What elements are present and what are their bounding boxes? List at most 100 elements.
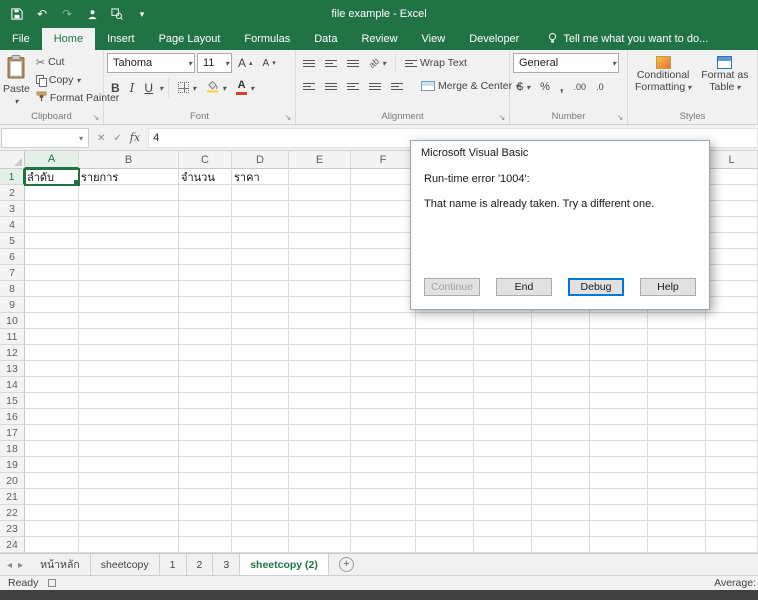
cell-B11[interactable] — [79, 329, 179, 345]
cell-F10[interactable] — [351, 313, 416, 329]
cell-C5[interactable] — [179, 233, 232, 249]
font-color-button[interactable] — [232, 77, 258, 98]
cell-E1[interactable] — [289, 169, 351, 185]
cell-F8[interactable] — [351, 281, 416, 297]
increase-decimal-button[interactable] — [570, 79, 591, 95]
cell-L18[interactable] — [706, 441, 758, 457]
cell-A21[interactable] — [25, 489, 79, 505]
cell-F1[interactable] — [351, 169, 416, 185]
tell-me-box[interactable]: Tell me what you want to do... — [535, 28, 720, 50]
row-header-10[interactable]: 10 — [0, 313, 25, 329]
cell-I13[interactable] — [532, 361, 590, 377]
number-dialog-launcher-icon[interactable] — [615, 113, 625, 123]
cell-D1[interactable]: ราคา — [232, 169, 289, 185]
cell-K14[interactable] — [648, 377, 706, 393]
font-name-combobox[interactable]: Tahoma — [107, 53, 195, 73]
cell-E4[interactable] — [289, 217, 351, 233]
cell-J24[interactable] — [590, 537, 648, 553]
sheet-tab-หน้าหลัก[interactable]: หน้าหลัก — [30, 554, 91, 575]
cell-H11[interactable] — [474, 329, 532, 345]
cell-A6[interactable] — [25, 249, 79, 265]
cell-G18[interactable] — [416, 441, 474, 457]
cell-L22[interactable] — [706, 505, 758, 521]
column-header-L[interactable]: L — [706, 151, 758, 169]
cell-A7[interactable] — [25, 265, 79, 281]
cell-B24[interactable] — [79, 537, 179, 553]
cell-J12[interactable] — [590, 345, 648, 361]
new-sheet-icon[interactable] — [339, 557, 354, 572]
cell-L1[interactable] — [706, 169, 758, 185]
cell-I10[interactable] — [532, 313, 590, 329]
cell-D11[interactable] — [232, 329, 289, 345]
row-header-3[interactable]: 3 — [0, 201, 25, 217]
cell-J19[interactable] — [590, 457, 648, 473]
cell-G24[interactable] — [416, 537, 474, 553]
cell-L10[interactable] — [706, 313, 758, 329]
cell-E2[interactable] — [289, 185, 351, 201]
cell-H12[interactable] — [474, 345, 532, 361]
cell-F5[interactable] — [351, 233, 416, 249]
column-header-D[interactable]: D — [232, 151, 289, 169]
cell-G14[interactable] — [416, 377, 474, 393]
cell-A18[interactable] — [25, 441, 79, 457]
cell-K17[interactable] — [648, 425, 706, 441]
cell-J21[interactable] — [590, 489, 648, 505]
cell-D2[interactable] — [232, 185, 289, 201]
cell-F13[interactable] — [351, 361, 416, 377]
cell-J14[interactable] — [590, 377, 648, 393]
cell-E5[interactable] — [289, 233, 351, 249]
print-preview-icon[interactable] — [110, 7, 124, 21]
cell-A22[interactable] — [25, 505, 79, 521]
cell-D16[interactable] — [232, 409, 289, 425]
font-size-combobox[interactable]: 11 — [197, 53, 232, 73]
cell-E22[interactable] — [289, 505, 351, 521]
sheet-tab-2[interactable]: 2 — [187, 554, 214, 575]
align-right-button[interactable] — [343, 80, 363, 93]
cell-C12[interactable] — [179, 345, 232, 361]
cell-F11[interactable] — [351, 329, 416, 345]
cell-I20[interactable] — [532, 473, 590, 489]
cell-A13[interactable] — [25, 361, 79, 377]
cell-G23[interactable] — [416, 521, 474, 537]
font-dialog-launcher-icon[interactable] — [283, 113, 293, 123]
row-header-12[interactable]: 12 — [0, 345, 25, 361]
name-box[interactable] — [1, 128, 89, 148]
cell-B7[interactable] — [79, 265, 179, 281]
column-header-A[interactable]: A — [25, 151, 79, 169]
cell-G22[interactable] — [416, 505, 474, 521]
next-sheet-icon[interactable] — [18, 559, 23, 571]
cell-A15[interactable] — [25, 393, 79, 409]
align-left-button[interactable] — [299, 80, 319, 93]
cell-L24[interactable] — [706, 537, 758, 553]
cell-A19[interactable] — [25, 457, 79, 473]
cell-F22[interactable] — [351, 505, 416, 521]
cell-F20[interactable] — [351, 473, 416, 489]
cell-I18[interactable] — [532, 441, 590, 457]
cell-B15[interactable] — [79, 393, 179, 409]
previous-sheet-icon[interactable] — [7, 559, 12, 571]
row-header-4[interactable]: 4 — [0, 217, 25, 233]
cell-L17[interactable] — [706, 425, 758, 441]
bottom-align-button[interactable] — [343, 57, 363, 70]
cell-A24[interactable] — [25, 537, 79, 553]
cell-C7[interactable] — [179, 265, 232, 281]
paste-button[interactable]: Paste — [3, 53, 30, 109]
cell-L6[interactable] — [706, 249, 758, 265]
decrease-indent-button[interactable] — [365, 80, 385, 93]
center-button[interactable] — [321, 80, 341, 93]
cell-K18[interactable] — [648, 441, 706, 457]
cell-K15[interactable] — [648, 393, 706, 409]
cell-B3[interactable] — [79, 201, 179, 217]
cell-G15[interactable] — [416, 393, 474, 409]
cell-A14[interactable] — [25, 377, 79, 393]
cell-C23[interactable] — [179, 521, 232, 537]
cell-D6[interactable] — [232, 249, 289, 265]
row-header-8[interactable]: 8 — [0, 281, 25, 297]
cell-G13[interactable] — [416, 361, 474, 377]
cell-E23[interactable] — [289, 521, 351, 537]
cell-I11[interactable] — [532, 329, 590, 345]
accounting-format-button[interactable] — [513, 78, 534, 96]
cell-K19[interactable] — [648, 457, 706, 473]
cell-A8[interactable] — [25, 281, 79, 297]
cell-H16[interactable] — [474, 409, 532, 425]
